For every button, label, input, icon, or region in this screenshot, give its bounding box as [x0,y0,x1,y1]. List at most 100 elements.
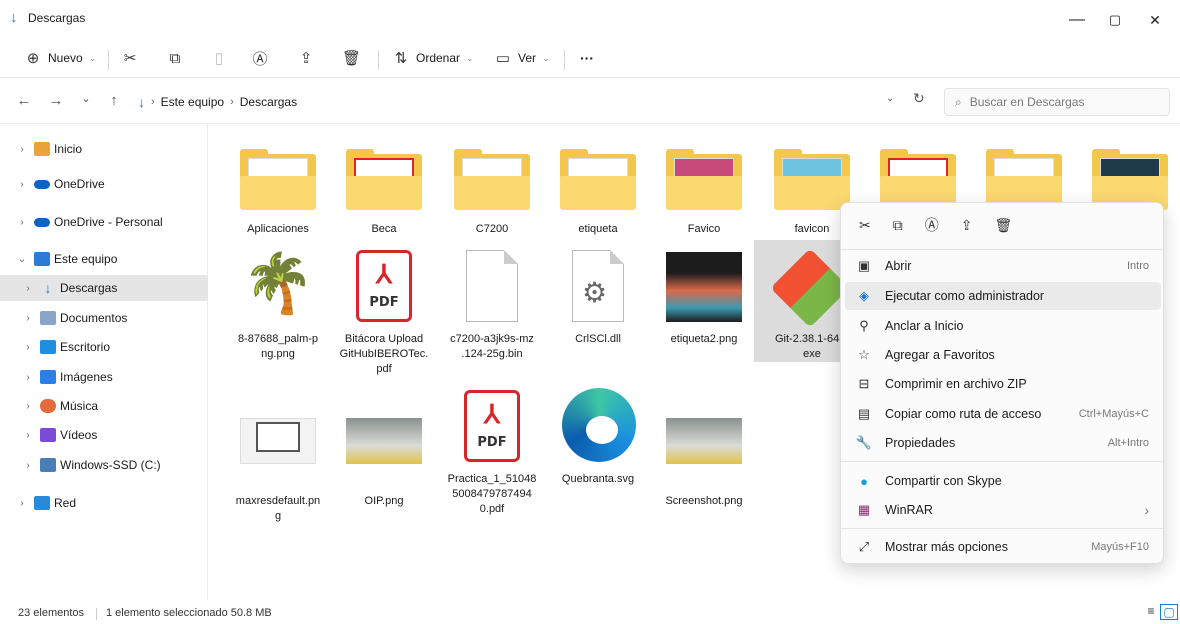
menu-divider [841,249,1165,250]
copy-button[interactable]: ⧉ [166,44,184,72]
sidebar-item-videos[interactable]: › Vídeos [0,422,208,448]
sort-button[interactable]: ⇅ Ordenar ⌄ [392,44,474,72]
sidebar-item-label: OneDrive - Personal [54,215,163,229]
file-item[interactable]: ⚙ CrlSCl.dll [548,246,648,347]
menu-item-copy-path[interactable]: ▤ Copiar como ruta de acceso Ctrl+Mayús+C [845,400,1161,428]
sidebar-item-label: Windows-SSD (C:) [60,458,161,472]
file-item[interactable]: OIP.png [334,408,434,509]
menu-item-pin-start[interactable]: ⚲ Anclar a Inicio [845,312,1161,340]
sidebar-item-windows-ssd[interactable]: › Windows-SSD (C:) [0,452,208,478]
rename-button[interactable]: Ⓐ [251,44,269,72]
file-item[interactable]: etiqueta2.png [654,246,754,347]
rename-icon[interactable]: Ⓐ [925,215,939,235]
file-item[interactable]: maxresdefault.pn g [228,408,328,524]
sidebar-item-escritorio[interactable]: › Escritorio [0,334,208,360]
breadcrumb-item[interactable]: Este equipo [161,95,224,109]
menu-item-add-favorites[interactable]: ☆ Agregar a Favoritos [845,341,1161,369]
sidebar-item-descargas[interactable]: › ↓ Descargas [0,275,208,301]
forward-arrow-icon[interactable]: → [46,92,66,109]
share-button[interactable]: ⇪ [297,44,315,72]
image-thumbnail: 🌴 [238,246,318,326]
breadcrumb-item[interactable]: Descargas [240,95,297,109]
chevron-right-icon[interactable]: › [20,372,36,383]
image-thumbnail [664,246,744,326]
file-name: maxresdefault.pn g [235,495,321,522]
new-button[interactable]: ⊕ Nuevo ⌄ [24,44,97,72]
menu-item-more-options[interactable]: ⤢ Mostrar más opciones Mayús+F10 [845,533,1161,561]
view-button[interactable]: ▭ Ver ⌄ [494,44,550,72]
recent-chevron-icon[interactable]: ⌄ [76,92,96,105]
cut-button[interactable]: ✂ [121,44,139,72]
chevron-down-icon[interactable]: ⌄ [14,254,30,265]
folder-item[interactable]: Favico [654,136,754,237]
chevron-right-icon[interactable]: › [20,401,36,412]
file-item[interactable]: ⅄ PDF Bitácora Upload GitHubIBEROTec. pdf [334,246,434,377]
file-item[interactable]: 🌴 8-87688_palm-p ng.png [228,246,328,362]
menu-item-run-as-admin[interactable]: ◈ Ejecutar como administrador [845,282,1161,310]
sidebar-item-label: Escritorio [60,340,111,354]
file-item[interactable]: c7200-a3jk9s-mz .124-25g.bin [442,246,542,362]
search-input[interactable]: ⌕ Buscar en Descargas [944,88,1170,116]
sidebar-item-label: Imágenes [60,370,113,384]
tiles-view-icon[interactable]: ▢ [1160,604,1178,620]
chevron-right-icon[interactable]: › [20,313,36,324]
folder-item[interactable]: C7200 [442,136,542,237]
file-name: c7200-a3jk9s-mz .124-25g.bin [450,333,534,360]
menu-divider [841,528,1165,529]
menu-item-label: Comprimir en archivo ZIP [885,377,1027,391]
sidebar-item-este-equipo[interactable]: ⌄ Este equipo [0,246,208,272]
file-item[interactable]: ⅄ PDF Practica_1_51048 5008479787494 0.pd… [442,386,542,517]
details-view-icon[interactable]: ≡ [1142,604,1160,620]
refresh-icon[interactable]: ↻ [913,90,925,107]
file-name: Screenshot.png [665,495,743,507]
chevron-right-icon[interactable]: › [14,179,30,190]
chevron-right-icon[interactable]: › [20,430,36,441]
menu-item-label: Abrir [885,259,912,273]
trash-icon[interactable]: 🗑 [994,217,1012,234]
more-button[interactable]: ··· [580,44,594,72]
folder-item[interactable]: Beca [334,136,434,237]
chevron-right-icon[interactable]: › [14,144,30,155]
sidebar-item-imagenes[interactable]: › Imágenes [0,364,208,390]
folder-item[interactable]: Aplicaciones [228,136,328,237]
close-button[interactable]: ✕ [1140,8,1170,32]
file-item[interactable]: Screenshot.png [654,408,754,509]
maximize-button[interactable]: ▢ [1100,8,1130,32]
wrench-icon: 🔧 [855,435,873,450]
sidebar-item-red[interactable]: › Red [0,490,208,516]
sidebar-item-documentos[interactable]: › Documentos [0,305,208,331]
item-count: 23 elementos [18,607,85,619]
chevron-right-icon[interactable]: › [20,283,36,294]
file-item[interactable]: Quebranta.svg [548,386,648,487]
chevron-right-icon[interactable]: › [14,498,30,509]
sidebar-item-inicio[interactable]: › Inicio [0,136,208,162]
scissors-icon[interactable]: ✂ [859,217,871,234]
copy-icon[interactable]: ⧉ [893,217,903,234]
breadcrumb[interactable]: ↓ › Este equipo › Descargas [138,88,944,116]
chevron-right-icon[interactable]: › [14,217,30,228]
up-arrow-icon[interactable]: ↑ [104,92,124,109]
menu-item-properties[interactable]: 🔧 Propiedades Alt+Intro [845,429,1161,457]
winrar-icon: ▦ [857,502,871,517]
sidebar-item-label: Música [60,399,99,413]
paste-button[interactable]: ▯ [210,44,228,72]
sidebar-item-onedrive-personal[interactable]: › OneDrive - Personal [0,209,208,235]
menu-item-compress-zip[interactable]: ⊟ Comprimir en archivo ZIP [845,370,1161,398]
file-name: etiqueta [578,223,618,235]
menu-item-shortcut: Intro [1126,260,1149,272]
chevron-right-icon[interactable]: › [20,342,36,353]
folder-item[interactable]: etiqueta [548,136,648,237]
sidebar-item-musica[interactable]: › Música [0,393,208,419]
menu-item-skype[interactable]: ● Compartir con Skype [845,467,1161,495]
sidebar-item-onedrive[interactable]: › OneDrive [0,171,208,197]
minimize-button[interactable]: — [1062,8,1092,32]
address-dropdown-icon[interactable]: ⌄ [886,93,894,104]
back-arrow-icon[interactable]: ← [14,92,34,109]
menu-item-label: Compartir con Skype [885,474,1002,488]
pdf-label: PDF [477,435,507,450]
chevron-right-icon[interactable]: › [20,460,36,471]
delete-button[interactable]: 🗑 [342,44,361,72]
share-icon[interactable]: ⇪ [961,217,973,234]
menu-item-abrir[interactable]: ▣ Abrir Intro [845,252,1161,280]
menu-item-winrar[interactable]: ▦ WinRAR › [845,496,1161,524]
